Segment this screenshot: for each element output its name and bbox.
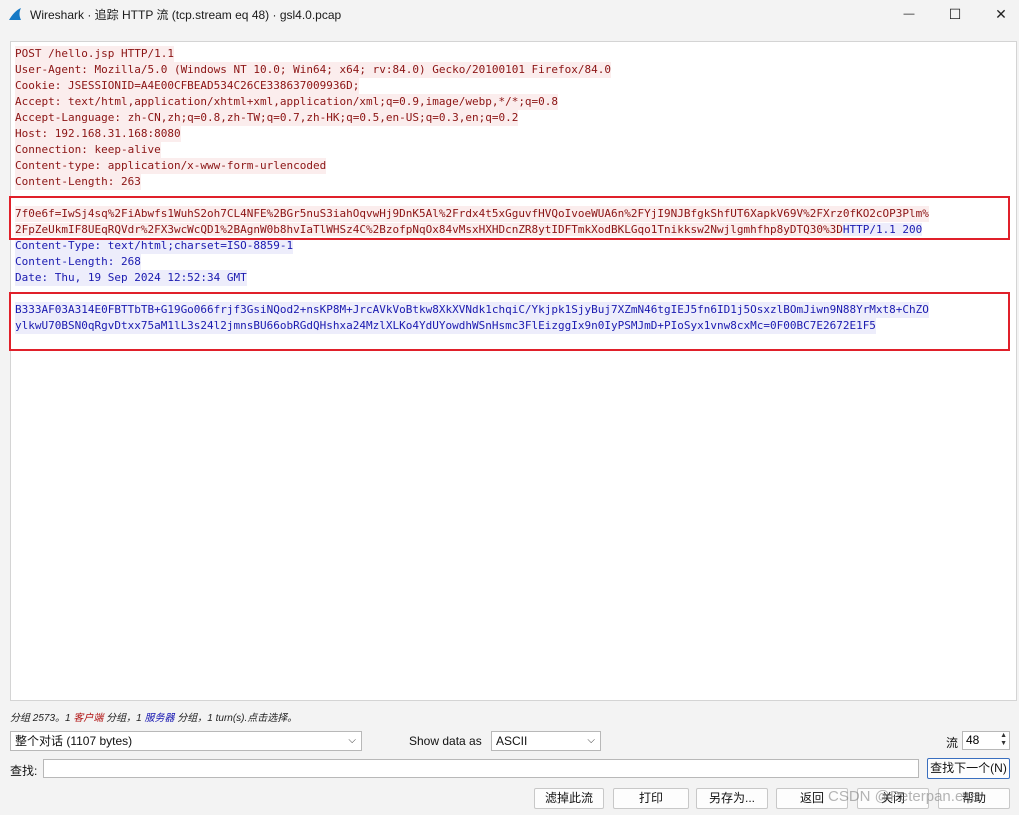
show-data-as-select[interactable]: ASCII ⌵ bbox=[491, 731, 601, 751]
request-header: Host: 192.168.31.168:8080 bbox=[15, 126, 181, 142]
save-as-button[interactable]: 另存为... bbox=[696, 788, 768, 809]
response-header: Content-Length: 268 bbox=[15, 254, 141, 270]
show-data-as-label: Show data as bbox=[409, 734, 482, 748]
stream-summary-status: 分组 2573。1 客户端 分组，1 服务器 分组，1 turn(s).点击选择… bbox=[10, 709, 297, 724]
request-line: POST /hello.jsp HTTP/1.1 bbox=[15, 46, 174, 62]
show-data-as-value: ASCII bbox=[496, 734, 528, 748]
status-mid: 分组，1 bbox=[103, 713, 145, 724]
print-button[interactable]: 打印 bbox=[613, 788, 689, 809]
find-input[interactable] bbox=[43, 759, 919, 778]
find-next-button[interactable]: 查找下一个(N) bbox=[927, 758, 1010, 779]
response-body-highlight-box bbox=[9, 292, 1010, 351]
wireshark-fin-icon bbox=[9, 8, 21, 20]
filter-out-stream-button[interactable]: 滤掉此流 bbox=[534, 788, 604, 809]
request-header: Content-Length: 263 bbox=[15, 174, 141, 190]
conversation-select[interactable]: 整个对话 (1107 bytes) ⌵ bbox=[10, 731, 362, 751]
csdn-watermark: CSDN @Peterpan.exe bbox=[828, 788, 980, 805]
status-suffix: 分组，1 turn(s).点击选择。 bbox=[174, 713, 298, 724]
find-label: 查找: bbox=[10, 764, 38, 778]
spin-arrows-icon[interactable]: ▲ ▼ bbox=[1000, 732, 1007, 748]
window-title: Wireshark · 追踪 HTTP 流 (tcp.stream eq 48)… bbox=[30, 8, 342, 22]
server-label[interactable]: 服务器 bbox=[145, 713, 175, 724]
stream-content-pane[interactable]: POST /hello.jsp HTTP/1.1 User-Agent: Moz… bbox=[9, 41, 1017, 701]
minimize-icon: — bbox=[903, 8, 915, 20]
request-header: Connection: keep-alive bbox=[15, 142, 161, 158]
stream-number-value: 48 bbox=[966, 733, 980, 747]
request-header: Content-type: application/x-www-form-url… bbox=[15, 158, 327, 174]
conversation-select-value: 整个对话 (1107 bytes) bbox=[15, 734, 133, 748]
stream-number-spinbox[interactable]: 48 ▲ ▼ bbox=[962, 731, 1010, 750]
title-bar: Wireshark · 追踪 HTTP 流 (tcp.stream eq 48)… bbox=[0, 0, 1019, 28]
stream-number-label: 流 bbox=[946, 736, 959, 750]
response-header: Date: Thu, 19 Sep 2024 12:52:34 GMT bbox=[15, 270, 247, 286]
request-header: Accept-Language: zh-CN,zh;q=0.8,zh-TW;q=… bbox=[15, 110, 519, 126]
response-header: Content-Type: text/html;charset=ISO-8859… bbox=[15, 238, 294, 254]
request-header: Accept: text/html,application/xhtml+xml,… bbox=[15, 94, 559, 110]
maximize-button[interactable]: ☐ bbox=[932, 0, 978, 28]
request-header: User-Agent: Mozilla/5.0 (Windows NT 10.0… bbox=[15, 62, 612, 78]
close-window-button[interactable]: ✕ bbox=[978, 0, 1019, 28]
chevron-down-icon: ⌵ bbox=[587, 735, 595, 746]
maximize-icon: ☐ bbox=[948, 5, 962, 22]
close-icon: ✕ bbox=[995, 5, 1007, 22]
chevron-down-icon: ⌵ bbox=[348, 735, 356, 746]
request-body-highlight-box bbox=[9, 196, 1010, 240]
minimize-button[interactable]: — bbox=[886, 0, 932, 28]
status-prefix: 分组 2573。1 bbox=[10, 713, 74, 724]
client-label[interactable]: 客户端 bbox=[73, 713, 103, 724]
request-header: Cookie: JSESSIONID=A4E00CFBEAD534C26CE33… bbox=[15, 78, 360, 94]
